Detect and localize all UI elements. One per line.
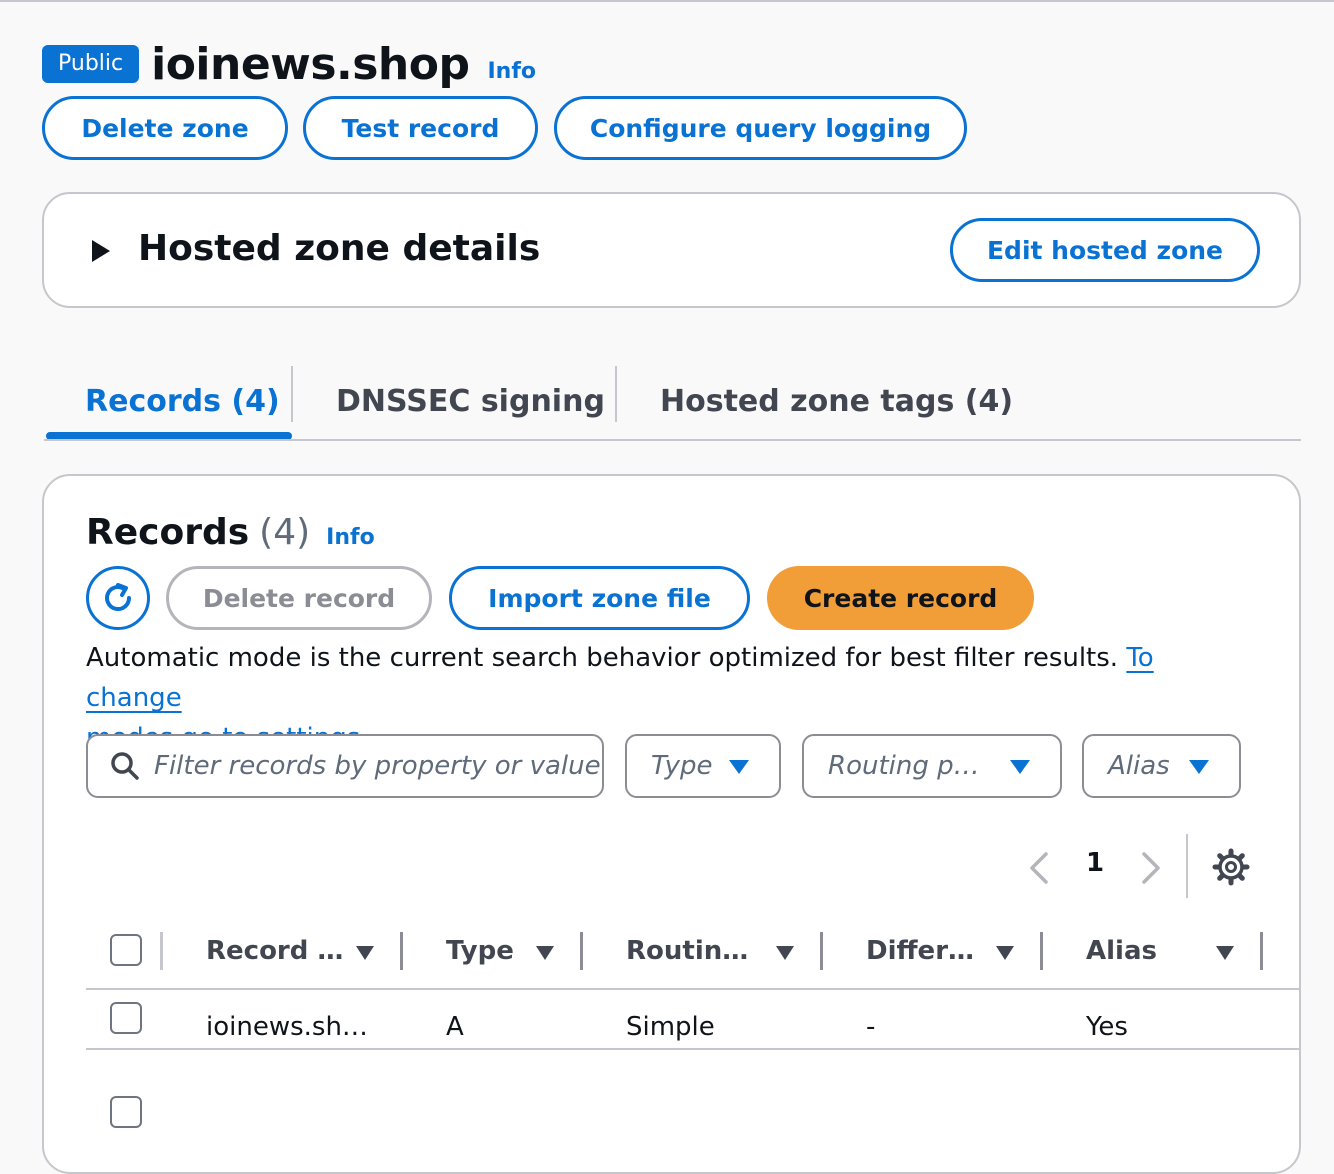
test-record-button[interactable]: Test record — [303, 96, 538, 160]
filter-placeholder: Filter records by property or value — [154, 751, 601, 781]
row-checkbox[interactable] — [110, 1002, 142, 1034]
search-icon — [111, 752, 139, 780]
hosted-zone-details-panel: Hosted zone details Edit hosted zone — [42, 192, 1301, 308]
records-title: Records — [86, 512, 250, 553]
column-header-type[interactable]: Type — [446, 936, 514, 966]
type-filter-select[interactable]: Type — [625, 734, 781, 798]
refresh-icon — [105, 583, 131, 611]
edit-hosted-zone-button[interactable]: Edit hosted zone — [950, 218, 1260, 282]
column-header-record-name[interactable]: Record … — [206, 936, 343, 966]
page-title: ioinews.shop — [151, 38, 470, 90]
public-badge: Public — [42, 45, 140, 83]
tab-dnssec-signing[interactable]: DNSSEC signing — [336, 364, 605, 438]
column-header-routing-policy[interactable]: Routin… — [626, 936, 748, 966]
tab-separator — [291, 366, 293, 422]
delete-record-button[interactable]: Delete record — [166, 566, 432, 630]
cell-routing-policy: Simple — [626, 1012, 715, 1042]
column-separator[interactable] — [1040, 932, 1043, 970]
configure-query-logging-button[interactable]: Configure query logging — [554, 96, 967, 160]
sort-icon[interactable] — [1216, 946, 1234, 960]
column-separator[interactable] — [820, 932, 823, 970]
current-page-number[interactable]: 1 — [1086, 848, 1104, 878]
sort-icon[interactable] — [776, 946, 794, 960]
sort-icon[interactable] — [536, 946, 554, 960]
previous-page-icon[interactable] — [1026, 848, 1052, 888]
alias-filter-select[interactable]: Alias — [1082, 734, 1241, 798]
tabs-divider — [44, 439, 1301, 441]
caret-down-icon — [729, 760, 749, 774]
hosted-zone-details-title[interactable]: Hosted zone details — [138, 228, 540, 269]
column-separator[interactable] — [400, 932, 403, 970]
records-table: Record … Type Routin… Differ… Alias ioin… — [86, 924, 1299, 1128]
records-count: (4) — [259, 512, 311, 553]
routing-policy-filter-select[interactable]: Routing p… — [802, 734, 1062, 798]
page-header: Public ioinews.shop Info — [42, 38, 536, 90]
tab-separator — [615, 366, 617, 422]
column-separator[interactable] — [1260, 932, 1263, 970]
alias-filter-value: Alias — [1108, 751, 1170, 781]
caret-down-icon — [1189, 760, 1209, 774]
records-panel: Records (4) Info Delete record Import zo… — [42, 474, 1301, 1174]
column-separator[interactable] — [580, 932, 583, 970]
sort-icon[interactable] — [996, 946, 1014, 960]
filter-records-input[interactable]: Filter records by property or value — [86, 734, 604, 798]
column-header-differentiator[interactable]: Differ… — [866, 936, 974, 966]
next-page-icon[interactable] — [1138, 848, 1164, 888]
cell-differentiator: - — [866, 1012, 876, 1042]
type-filter-value: Type — [651, 751, 713, 781]
expand-caret-icon[interactable] — [92, 240, 110, 262]
create-record-button[interactable]: Create record — [767, 566, 1034, 630]
records-info-link[interactable]: Info — [326, 525, 375, 550]
tab-records[interactable]: Records (4) — [85, 364, 280, 438]
sort-icon[interactable] — [356, 946, 374, 960]
column-separator — [160, 932, 163, 970]
column-header-alias[interactable]: Alias — [1086, 936, 1157, 966]
tab-hosted-zone-tags[interactable]: Hosted zone tags (4) — [660, 364, 1013, 438]
delete-zone-button[interactable]: Delete zone — [42, 96, 288, 160]
table-row[interactable] — [86, 1050, 1299, 1130]
pagination-divider — [1186, 834, 1188, 898]
top-divider — [0, 0, 1334, 2]
tab-bar: Records (4) DNSSEC signing Hosted zone t… — [44, 364, 1301, 442]
refresh-button[interactable] — [86, 566, 150, 630]
header-info-link[interactable]: Info — [487, 59, 536, 84]
gear-icon[interactable] — [1212, 848, 1250, 886]
import-zone-file-button[interactable]: Import zone file — [449, 566, 750, 630]
table-header-row: Record … Type Routin… Differ… Alias — [86, 924, 1299, 988]
routing-filter-value: Routing p… — [828, 751, 980, 781]
cell-type: A — [446, 1012, 464, 1042]
select-all-checkbox[interactable] — [110, 934, 142, 966]
table-row[interactable]: ioinews.sh… A Simple - Yes — [86, 990, 1299, 1048]
cell-alias: Yes — [1086, 1012, 1128, 1042]
caret-down-icon — [1010, 760, 1030, 774]
search-mode-text: Automatic mode is the current search beh… — [86, 643, 1127, 673]
row-checkbox[interactable] — [110, 1096, 142, 1128]
records-heading: Records (4) Info — [86, 512, 375, 553]
cell-record-name: ioinews.sh… — [206, 1012, 368, 1042]
